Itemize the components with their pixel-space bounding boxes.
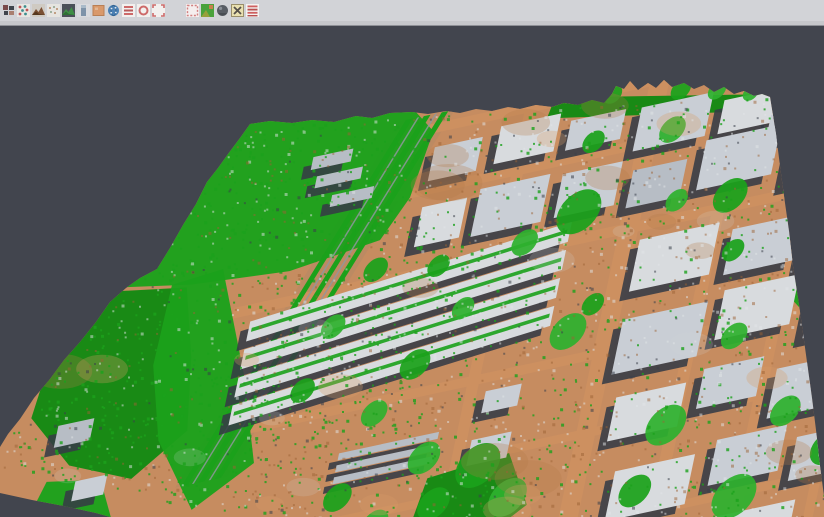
terrain-model-icon[interactable]: [31, 1, 46, 20]
sphere-render-icon[interactable]: [215, 1, 230, 20]
classification-map-icon[interactable]: [200, 1, 215, 20]
classified-points-icon[interactable]: [16, 1, 31, 20]
app-window: [0, 0, 824, 517]
report-icon[interactable]: [245, 1, 260, 20]
attribute-table-icon[interactable]: [121, 1, 136, 20]
clip-tool-icon[interactable]: [230, 1, 245, 20]
viewport-3d[interactable]: [0, 26, 824, 517]
cross-section-icon[interactable]: [76, 1, 91, 20]
toolbar-group-separator: [166, 1, 185, 20]
georeference-icon[interactable]: [106, 1, 121, 20]
region-grid-icon[interactable]: [185, 1, 200, 20]
surface-model-icon[interactable]: [61, 1, 76, 20]
main-toolbar: [0, 0, 824, 21]
selection-box-icon[interactable]: [151, 1, 166, 20]
sparse-cloud-icon[interactable]: [46, 1, 61, 20]
point-cloud-icon[interactable]: [1, 1, 16, 20]
terrain-point-cloud-scene: [0, 26, 824, 517]
orthophoto-icon[interactable]: [91, 1, 106, 20]
target-icon[interactable]: [136, 1, 151, 20]
